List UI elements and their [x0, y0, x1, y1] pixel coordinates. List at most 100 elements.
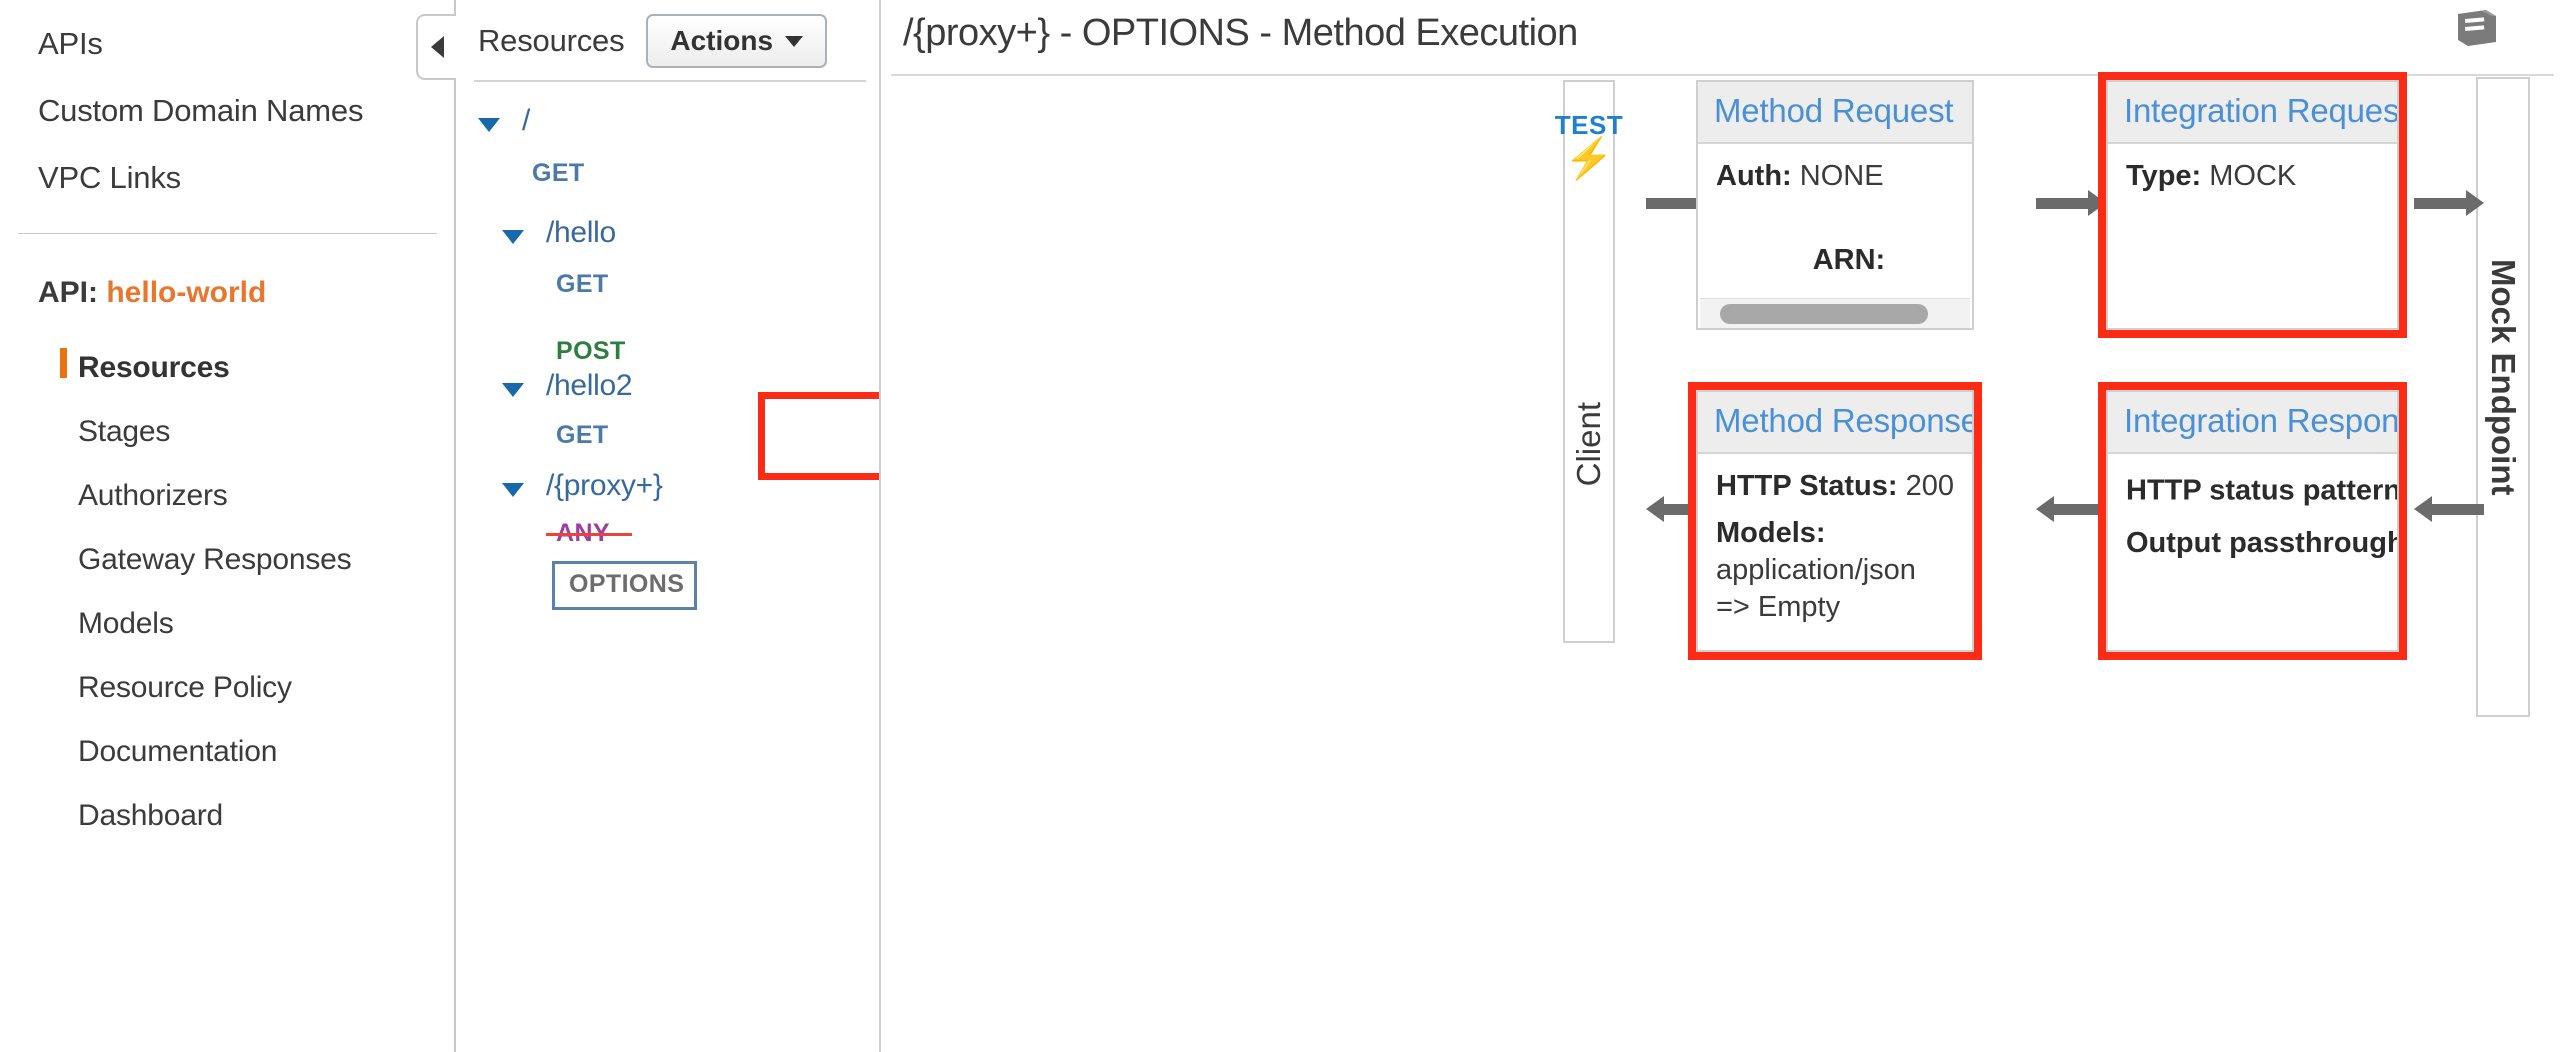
tree-node-label[interactable]: /: [522, 104, 530, 138]
integration-response-body: HTTP status pattern: - Output passthroug…: [2108, 454, 2397, 586]
api-name: hello-world: [106, 276, 266, 309]
horizontal-scrollbar[interactable]: [1700, 298, 1970, 328]
integration-request-title: Integration Request: [2124, 92, 2381, 130]
method-response-models-key: Models:: [1716, 517, 1826, 549]
scrollbar-thumb[interactable]: [1720, 304, 1928, 324]
resources-heading: Resources: [478, 23, 624, 59]
method-label-get[interactable]: GET: [556, 270, 609, 299]
method-label-options[interactable]: OPTIONS: [552, 561, 697, 610]
chevron-down-icon: [785, 36, 803, 47]
arrow-head: [2088, 190, 2106, 216]
chevron-down-icon[interactable]: [478, 118, 500, 132]
arrow-head: [2466, 190, 2484, 216]
arrow-endpoint-to-integration-response: [2414, 496, 2484, 522]
chevron-down-icon[interactable]: [502, 230, 524, 244]
integration-request-type-value: MOCK: [2209, 160, 2296, 192]
integration-response-title: Integration Response: [2124, 402, 2381, 440]
integration-response-box[interactable]: Integration Response HTTP status pattern…: [2106, 390, 2399, 652]
method-response-title: Method Response: [1714, 402, 1956, 440]
method-response-box[interactable]: Method Response HTTP Status: 200 Models:…: [1696, 390, 1974, 652]
api-gateway-console: APIs Custom Domain Names VPC Links API: …: [0, 0, 2568, 1052]
lightning-bolt-icon: ⚡: [1555, 141, 1623, 177]
arrow-shaft: [2036, 198, 2089, 209]
tree-node-hello[interactable]: /hello: [456, 206, 880, 262]
tree-node-label[interactable]: /hello: [546, 216, 616, 250]
method-request-auth-key: Auth:: [1716, 160, 1792, 192]
sidebar-item-label: Stages: [78, 415, 170, 448]
tree-method-proxy-options[interactable]: OPTIONS: [456, 561, 880, 613]
mock-endpoint-label: Mock Endpoint: [2484, 259, 2522, 495]
sidebar-item-resource-policy[interactable]: Resource Policy: [0, 656, 455, 720]
test-button[interactable]: TEST ⚡: [1555, 110, 1623, 177]
integration-response-passthrough-row: Output passthrough: No: [2126, 525, 2379, 562]
api-label: API: hello-world: [0, 234, 455, 310]
tree-method-hello-post[interactable]: POST: [456, 315, 880, 365]
selected-indicator-bar: [60, 348, 67, 378]
global-nav-list: APIs Custom Domain Names VPC Links: [0, 0, 455, 211]
mock-endpoint-column: Mock Endpoint: [2476, 77, 2530, 717]
sidebar-item-models[interactable]: Models: [0, 592, 455, 656]
method-label-any[interactable]: ANY: [556, 519, 610, 547]
sidebar-item-gateway-responses[interactable]: Gateway Responses: [0, 528, 455, 592]
integration-response-passthrough-key: Output passthrough:: [2126, 527, 2399, 559]
resource-tree-panel: Resources Actions / GET /hello GET: [456, 0, 880, 1052]
tree-node-root[interactable]: /: [456, 100, 880, 153]
collapse-sidebar-button[interactable]: [416, 14, 456, 80]
resource-tree-header: Resources Actions: [456, 0, 880, 68]
book-icon[interactable]: [2452, 8, 2500, 48]
integration-request-type-key: Type:: [2126, 160, 2201, 192]
arrow-shaft: [1646, 198, 1699, 209]
resource-tree-list: / GET /hello GET POST /hello2 GET: [456, 82, 880, 613]
method-response-status-row: HTTP Status: 200: [1716, 468, 1954, 505]
method-request-auth-row: Auth: NONE: [1716, 158, 1954, 195]
integration-request-type-row: Type: MOCK: [2126, 158, 2379, 195]
tree-method-hello2-get[interactable]: GET: [456, 419, 880, 465]
tree-method-hello-get[interactable]: GET: [456, 262, 880, 315]
tree-method-root-get[interactable]: GET: [456, 153, 880, 206]
tree-node-proxy[interactable]: /{proxy+}: [456, 465, 880, 519]
nav-item-custom-domain-names[interactable]: Custom Domain Names: [0, 77, 455, 144]
integration-request-box[interactable]: Integration Request Type: MOCK: [2106, 80, 2399, 330]
arrow-head: [2414, 496, 2432, 522]
sidebar-item-label: Authorizers: [78, 479, 228, 512]
method-label-post[interactable]: POST: [556, 337, 626, 366]
nav-item-apis[interactable]: APIs: [0, 10, 455, 77]
strikethrough-line: [546, 533, 632, 536]
tree-method-proxy-any[interactable]: ANY: [456, 519, 880, 561]
header-divider: [891, 74, 2554, 76]
sidebar-item-label: Dashboard: [78, 799, 223, 832]
integration-response-header: Integration Response: [2108, 392, 2397, 454]
method-response-body: HTTP Status: 200 Models: application/jso…: [1698, 454, 1972, 650]
arrow-method-request-to-integration-request: [2036, 190, 2106, 216]
method-execution-panel: /{proxy+} - OPTIONS - Method Execution T…: [881, 0, 2568, 1052]
sidebar-item-label: Documentation: [78, 735, 277, 768]
integration-response-pattern-row: HTTP status pattern: -: [2126, 468, 2379, 515]
sidebar-item-stages[interactable]: Stages: [0, 400, 455, 464]
method-request-arn-key: ARN:: [1813, 244, 1886, 276]
arrow-head: [1646, 496, 1664, 522]
method-label-get[interactable]: GET: [556, 421, 609, 450]
sidebar-item-authorizers[interactable]: Authorizers: [0, 464, 455, 528]
chevron-down-icon[interactable]: [502, 383, 524, 397]
sidebar-item-label: Gateway Responses: [78, 543, 351, 576]
method-request-box[interactable]: Method Request Auth: NONE ARN: arn:aws:e…: [1696, 80, 1974, 330]
method-response-models-row: Models: application/json => Empty: [1716, 515, 1954, 626]
method-request-title: Method Request: [1714, 92, 1956, 130]
chevron-down-icon[interactable]: [502, 483, 524, 497]
sidebar-item-resources[interactable]: Resources: [0, 336, 455, 400]
method-label-get[interactable]: GET: [532, 159, 585, 188]
main-header: /{proxy+} - OPTIONS - Method Execution: [881, 0, 2568, 80]
sidebar-item-label: Resources: [78, 351, 230, 384]
sidebar-item-documentation[interactable]: Documentation: [0, 720, 455, 784]
arrow-head: [2036, 496, 2054, 522]
integration-request-body: Type: MOCK: [2108, 144, 2397, 219]
actions-button[interactable]: Actions: [646, 14, 827, 68]
nav-item-vpc-links[interactable]: VPC Links: [0, 144, 455, 211]
tree-node-label[interactable]: /hello2: [546, 369, 632, 403]
sidebar-item-dashboard[interactable]: Dashboard: [0, 784, 455, 848]
method-response-header: Method Response: [1698, 392, 1972, 454]
tree-node-hello2[interactable]: /hello2: [456, 365, 880, 419]
arrow-integration-request-to-endpoint: [2414, 190, 2484, 216]
tree-node-label[interactable]: /{proxy+}: [546, 469, 663, 503]
arrow-shaft: [2414, 198, 2467, 209]
